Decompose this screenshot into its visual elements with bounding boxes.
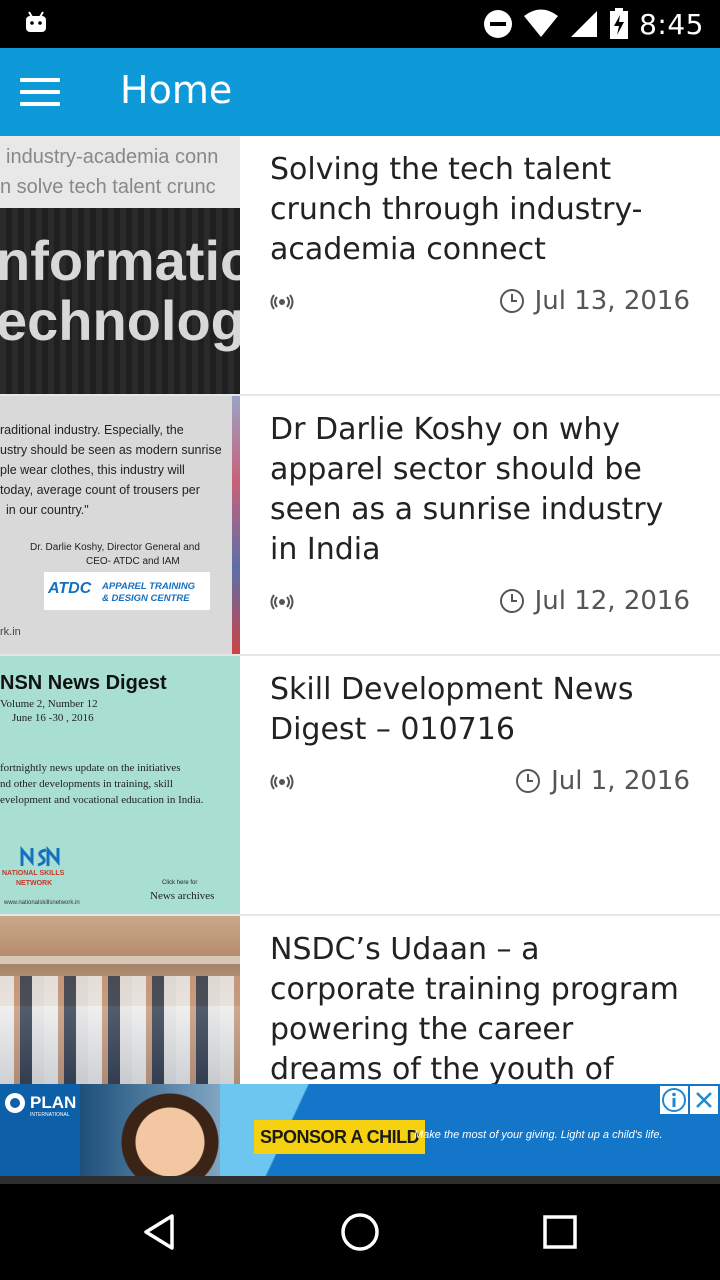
thumb-text: APPAREL TRAINING bbox=[102, 581, 196, 592]
thumb-text: evelopment and vocational education in I… bbox=[0, 794, 204, 806]
article-list[interactable]: industry-academia conn n solve tech tale… bbox=[0, 136, 720, 1084]
article-title[interactable]: Solving the tech talent crunch through i… bbox=[270, 150, 690, 270]
article-card[interactable]: NSDC’s Udaan – a corporate training prog… bbox=[0, 916, 720, 1084]
broadcast-icon bbox=[270, 294, 294, 310]
article-thumbnail: industry-academia conn n solve tech tale… bbox=[0, 136, 240, 394]
article-date: Jul 12, 2016 bbox=[534, 586, 690, 616]
thumb-text: www.nationalskillsnetwork.in bbox=[4, 900, 80, 906]
ad-brand: PLAN bbox=[30, 1093, 77, 1112]
article-date: Jul 13, 2016 bbox=[534, 286, 690, 316]
article-thumbnail: NSN News Digest Volume 2, Number 12 June… bbox=[0, 656, 240, 914]
thumb-text: industry-academia conn bbox=[6, 146, 219, 168]
thumb-text: nd other developments in training, skill bbox=[0, 778, 173, 790]
ad-tagline: Make the most of your giving. Light up a… bbox=[414, 1129, 663, 1141]
back-icon[interactable] bbox=[136, 1208, 184, 1256]
article-thumbnail: raditional industry. Especially, the ust… bbox=[0, 396, 240, 654]
thumb-text: ustry should be seen as modern sunrise bbox=[0, 443, 222, 457]
page-title: Home bbox=[120, 68, 233, 112]
signal-icon bbox=[571, 11, 598, 37]
navigation-bar bbox=[0, 1184, 720, 1280]
divider bbox=[0, 1176, 720, 1184]
article-card[interactable]: raditional industry. Especially, the ust… bbox=[0, 396, 720, 656]
thumb-text: Volume 2, Number 12 bbox=[0, 698, 98, 710]
thumb-text: raditional industry. Especially, the bbox=[0, 423, 184, 437]
nsn-logo-icon bbox=[20, 846, 60, 867]
article-title[interactable]: Skill Development News Digest – 010716 bbox=[270, 670, 690, 750]
ad-cta-label: SPONSOR A CHILD bbox=[260, 1126, 420, 1147]
thumb-text: NSN News Digest bbox=[0, 672, 167, 694]
info-icon[interactable] bbox=[660, 1086, 688, 1114]
thumb-text: echnology bbox=[0, 289, 240, 352]
battery-icon bbox=[610, 8, 629, 39]
status-bar: 8:45 bbox=[0, 0, 720, 48]
android-icon bbox=[26, 11, 46, 32]
wifi-icon bbox=[524, 9, 559, 37]
close-icon[interactable] bbox=[690, 1086, 718, 1114]
child-photo bbox=[80, 1084, 240, 1176]
thumb-text: ATDC bbox=[48, 580, 92, 597]
thumb-text: NATIONAL SKILLS bbox=[2, 870, 65, 877]
thumb-text: NETWORK bbox=[16, 880, 53, 887]
thumb-text: fortnightly news update on the initiativ… bbox=[0, 762, 181, 774]
clock-icon bbox=[516, 769, 541, 793]
thumb-text: & DESIGN CENTRE bbox=[102, 593, 190, 604]
app-bar: Home bbox=[0, 48, 720, 136]
thumb-text: CEO- ATDC and IAM bbox=[86, 556, 180, 567]
thumb-text: today, average count of trousers per bbox=[0, 483, 200, 497]
thumb-text: ple wear clothes, this industry will bbox=[0, 463, 185, 477]
thumb-text: in our country." bbox=[6, 503, 89, 517]
home-icon[interactable] bbox=[336, 1208, 384, 1256]
plan-logo-icon bbox=[5, 1093, 25, 1113]
thumb-text: Click here for bbox=[162, 880, 198, 886]
hamburger-menu-icon[interactable] bbox=[20, 78, 60, 106]
article-title[interactable]: NSDC’s Udaan – a corporate training prog… bbox=[270, 930, 690, 1084]
news-archives-link: News archives bbox=[150, 890, 215, 902]
article-card[interactable]: NSN News Digest Volume 2, Number 12 June… bbox=[0, 656, 720, 916]
ad-banner[interactable]: PLAN INTERNATIONAL SPONSOR A CHILD Make … bbox=[0, 1084, 720, 1176]
clock-icon bbox=[499, 589, 524, 613]
article-date: Jul 1, 2016 bbox=[551, 766, 690, 796]
thumb-text: rk.in bbox=[0, 626, 21, 638]
recents-icon[interactable] bbox=[536, 1208, 584, 1256]
article-title[interactable]: Dr Darlie Koshy on why apparel sector sh… bbox=[270, 410, 690, 570]
broadcast-icon bbox=[270, 774, 294, 790]
status-time: 8:45 bbox=[639, 7, 704, 41]
article-card[interactable]: industry-academia conn n solve tech tale… bbox=[0, 136, 720, 396]
thumb-text: Dr. Darlie Koshy, Director General and bbox=[30, 542, 200, 553]
broadcast-icon bbox=[270, 594, 294, 610]
sponsor-a-child-button[interactable]: SPONSOR A CHILD bbox=[254, 1120, 426, 1154]
thumb-text: n solve tech talent crunc bbox=[0, 176, 216, 198]
do-not-disturb-icon bbox=[484, 10, 513, 38]
article-thumbnail bbox=[0, 916, 240, 1084]
thumb-text: June 16 -30 , 2016 bbox=[12, 712, 94, 724]
ad-brand-sub: INTERNATIONAL bbox=[30, 1112, 70, 1118]
clock-icon bbox=[499, 289, 524, 313]
thumb-text: nformation bbox=[0, 229, 240, 292]
atdc-logo: ATDC APPAREL TRAINING & DESIGN CENTRE bbox=[44, 572, 210, 610]
